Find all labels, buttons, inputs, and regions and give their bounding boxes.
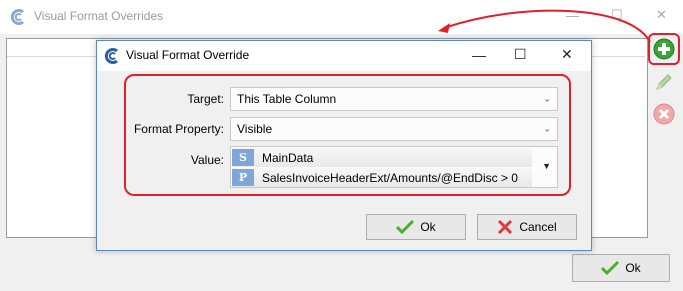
delete-button[interactable] — [650, 100, 678, 128]
edit-button[interactable] — [650, 68, 678, 96]
dialog-title: Visual Format Override — [126, 48, 250, 62]
dialog-cancel-button[interactable]: Cancel — [477, 214, 577, 240]
format-property-select[interactable]: Visible ⌄ — [230, 117, 558, 141]
check-icon — [396, 220, 415, 234]
value-path-row: P SalesInvoiceHeaderExt/Amounts/@EndDisc… — [232, 168, 532, 187]
path-badge: P — [232, 169, 254, 186]
dialog-maximize-button[interactable]: ☐ — [514, 46, 527, 63]
dialog-ok-button[interactable]: Ok — [366, 214, 466, 240]
value-path-text: SalesInvoiceHeaderExt/Amounts/@EndDisc >… — [262, 170, 518, 185]
value-source-row: S MainData — [232, 148, 532, 167]
value-selector[interactable]: S MainData P SalesInvoiceHeaderExt/Amoun… — [230, 146, 558, 188]
chevron-down-icon: ⌄ — [543, 123, 551, 134]
chevron-down-icon: ⌄ — [543, 93, 551, 104]
outer-window-title: Visual Format Overrides — [34, 9, 164, 23]
target-select[interactable]: This Table Column ⌄ — [230, 87, 558, 111]
source-badge: S — [232, 149, 254, 166]
format-property-value: Visible — [237, 122, 273, 136]
dialog-ok-label: Ok — [420, 220, 436, 234]
outer-close-button[interactable]: ✕ — [656, 7, 667, 23]
value-source-text: MainData — [262, 150, 314, 165]
outer-ok-button[interactable]: Ok — [572, 254, 670, 282]
target-value: This Table Column — [237, 92, 337, 106]
value-label: Value: — [190, 153, 224, 167]
cancel-x-icon — [498, 219, 513, 235]
add-icon — [653, 38, 675, 60]
dialog-cancel-label: Cancel — [519, 220, 557, 234]
target-label: Target: — [187, 92, 224, 106]
delete-icon — [653, 103, 675, 125]
edit-icon — [656, 74, 672, 90]
dialog-logo-icon — [104, 48, 118, 64]
dialog-minimize-button[interactable]: — — [472, 47, 486, 63]
app-logo-icon — [10, 9, 24, 25]
outer-ok-label: Ok — [625, 261, 641, 275]
dialog-close-button[interactable]: ✕ — [561, 46, 573, 63]
format-property-label: Format Property: — [133, 122, 224, 136]
check-icon — [601, 261, 620, 275]
dropdown-arrow-icon[interactable]: ▼ — [542, 161, 551, 171]
